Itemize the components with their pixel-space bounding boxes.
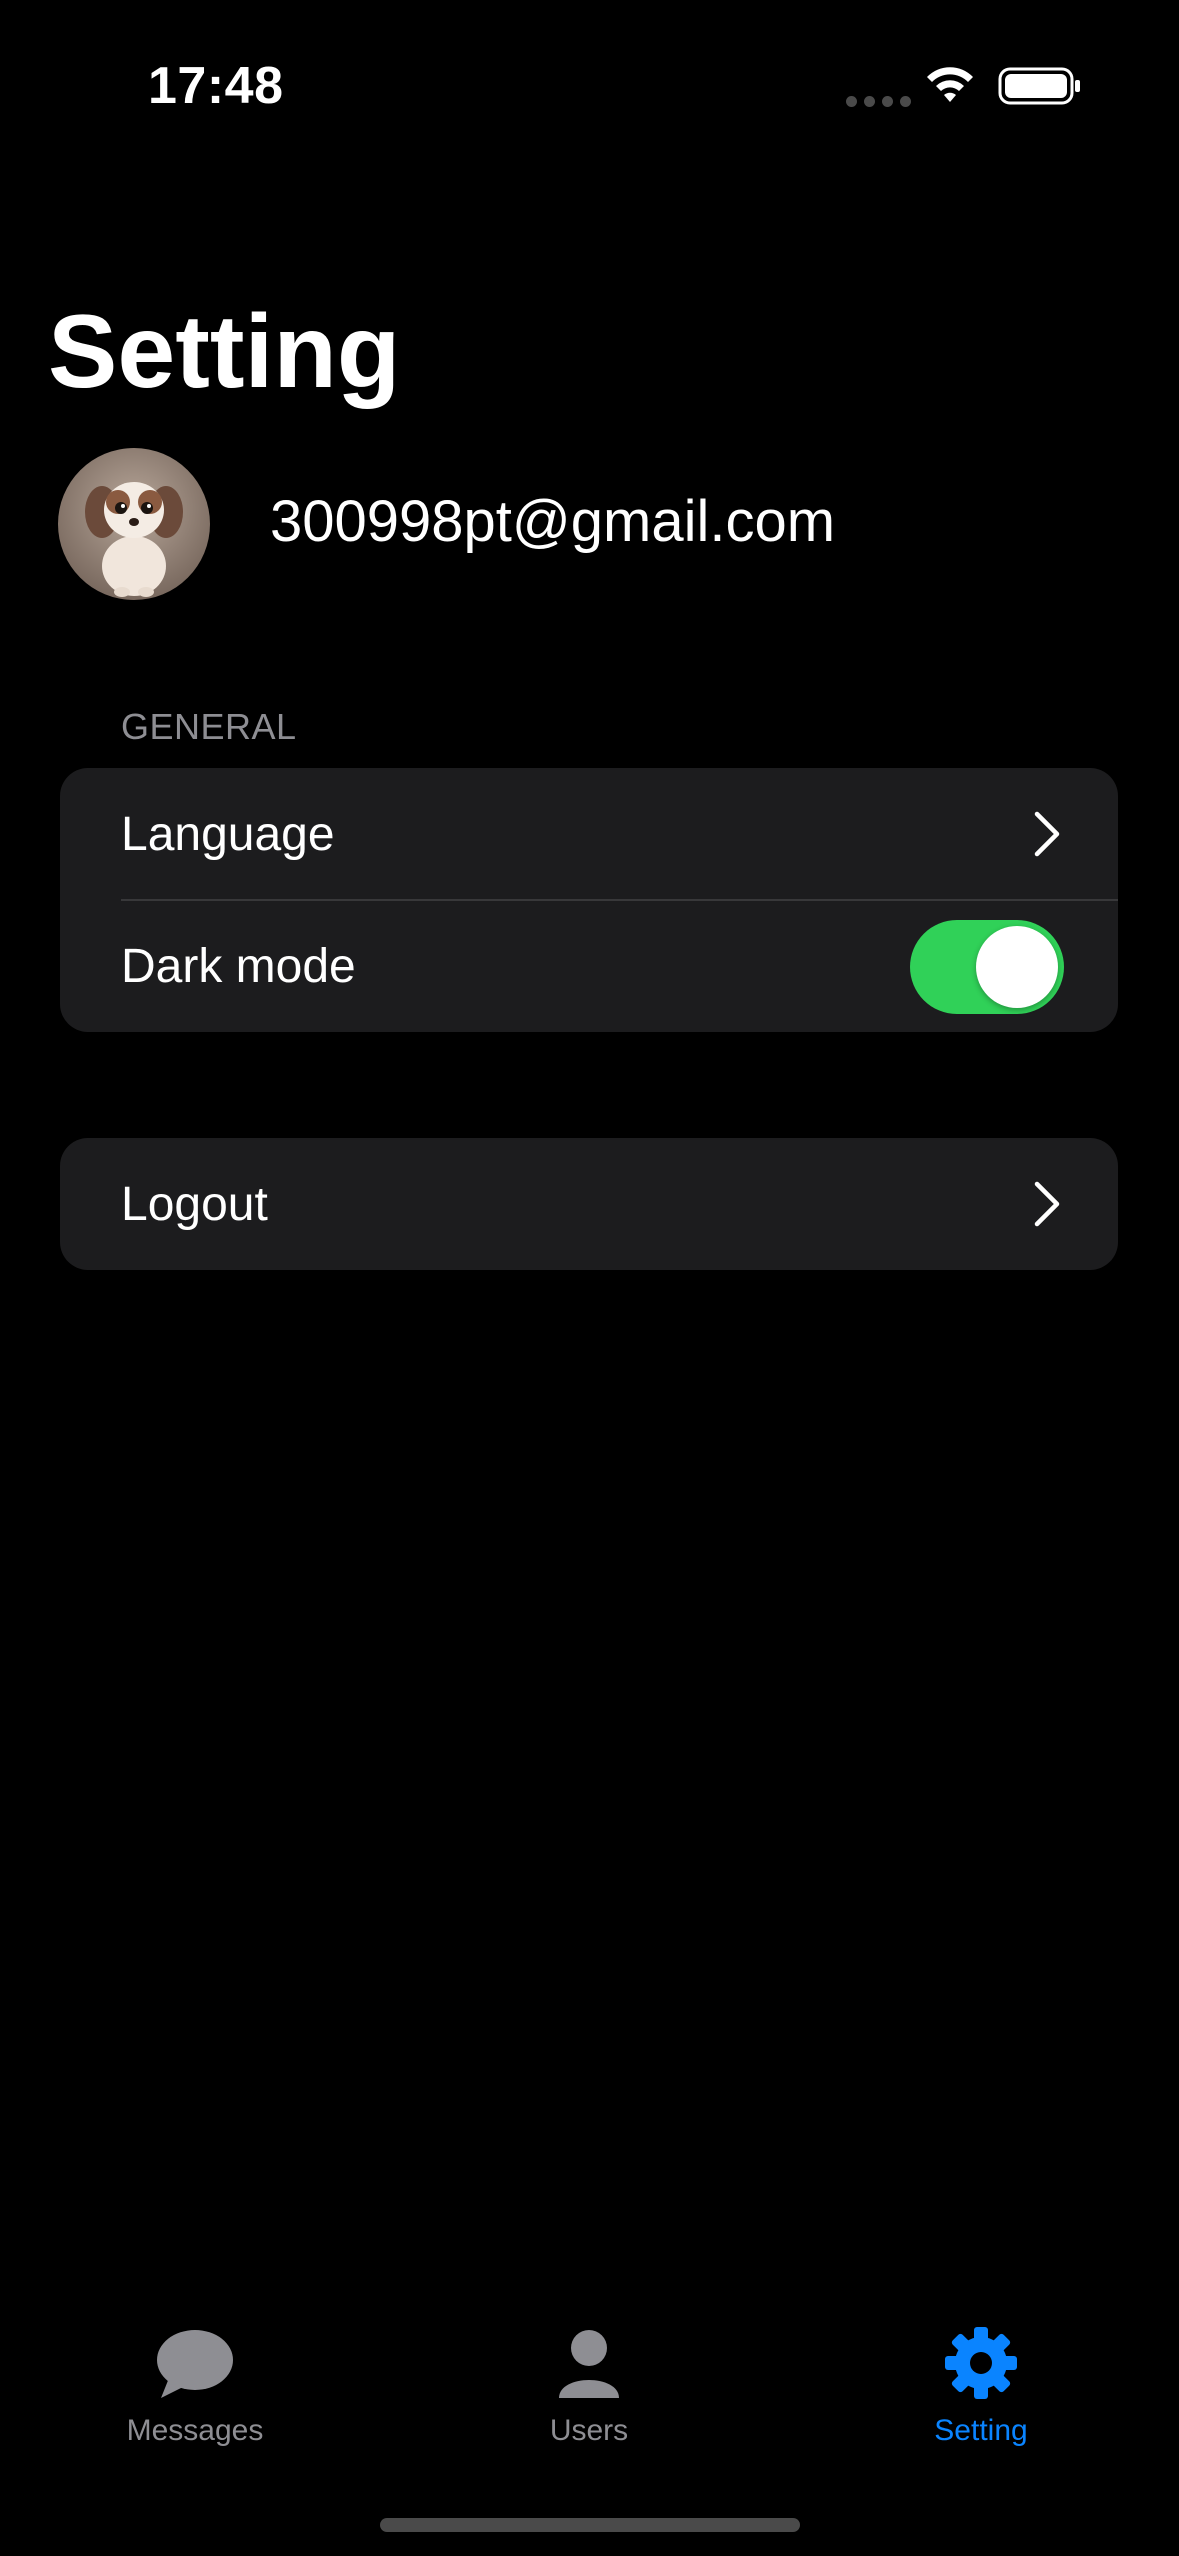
person-icon <box>559 2330 619 2398</box>
tab-bar: Messages Users Setting <box>0 2300 1179 2480</box>
section-header-general: GENERAL <box>121 706 297 747</box>
avatar[interactable] <box>58 448 210 600</box>
puppy-avatar-icon <box>58 448 210 600</box>
language-row[interactable]: Language <box>60 768 1118 901</box>
status-time: 17:48 <box>148 57 284 115</box>
page-title: Setting <box>48 294 401 410</box>
language-label: Language <box>121 807 335 861</box>
tab-setting[interactable]: Setting <box>861 2300 1101 2460</box>
tab-label: Setting <box>934 2414 1028 2447</box>
home-indicator[interactable] <box>380 2518 800 2532</box>
gear-icon <box>945 2327 1017 2399</box>
logout-row[interactable]: Logout <box>60 1138 1118 1270</box>
toggle-knob <box>976 926 1058 1008</box>
tab-label: Messages <box>126 2414 264 2447</box>
chat-bubble-icon <box>157 2330 233 2398</box>
tab-users[interactable]: Users <box>469 2300 709 2460</box>
logout-label: Logout <box>121 1177 268 1231</box>
wifi-icon <box>927 67 973 102</box>
user-email: 300998pt@gmail.com <box>270 489 836 554</box>
general-settings-group: Language Dark mode <box>60 768 1118 1032</box>
battery-icon <box>998 67 1080 105</box>
tab-label: Users <box>549 2414 629 2447</box>
chevron-right-icon <box>1034 811 1060 857</box>
dark-mode-toggle[interactable] <box>910 920 1064 1014</box>
cellular-signal-icon <box>846 96 911 107</box>
tab-messages[interactable]: Messages <box>75 2300 315 2460</box>
chevron-right-icon <box>1034 1181 1060 1227</box>
dark-mode-label: Dark mode <box>121 939 356 993</box>
account-group: Logout <box>60 1138 1118 1270</box>
